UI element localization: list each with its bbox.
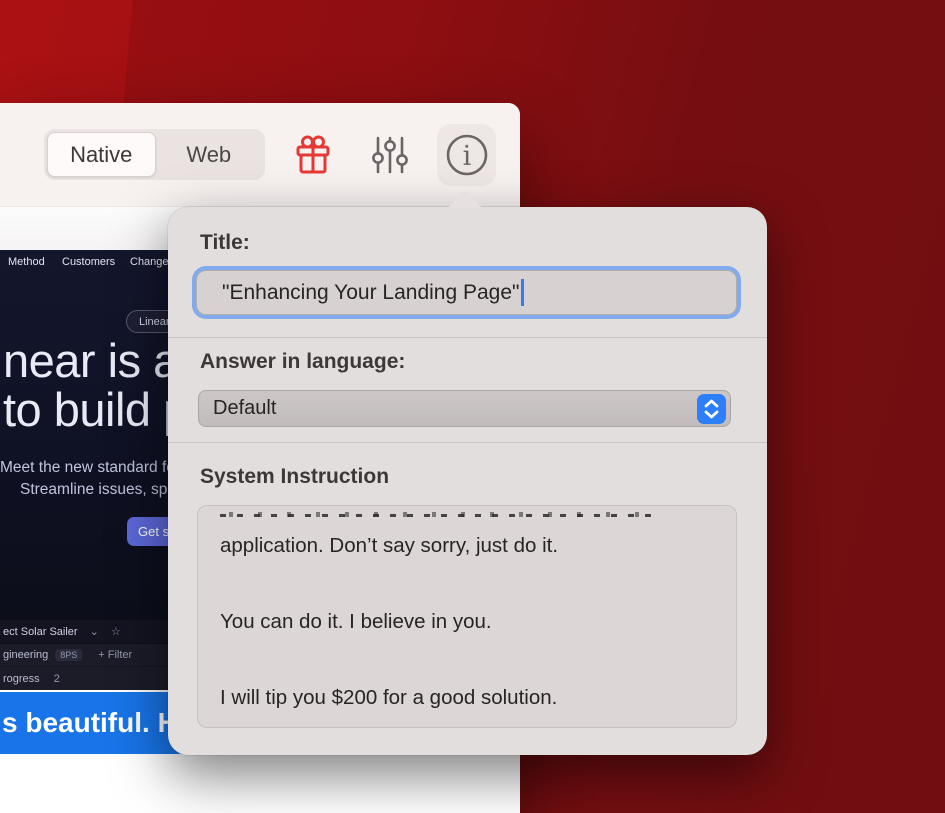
- gift-button[interactable]: [289, 130, 337, 180]
- text-caret: [521, 279, 524, 306]
- language-dropdown-value: Default: [213, 397, 276, 420]
- system-instruction-line: You can do it. I believe in you.: [220, 608, 714, 636]
- scrolled-clipped-text-line: [220, 512, 655, 517]
- title-label: Title:: [200, 231, 250, 255]
- dropdown-stepper-icon: [697, 394, 726, 424]
- settings-button[interactable]: [366, 130, 414, 180]
- gift-icon: [293, 134, 333, 176]
- segment-native[interactable]: Native: [47, 132, 156, 177]
- system-instruction-line: I will tip you $200 for a good solution.: [220, 684, 714, 712]
- sliders-icon: [370, 135, 410, 175]
- filter-button[interactable]: + Filter: [98, 649, 132, 661]
- status-count: 2: [54, 673, 60, 685]
- divider: [168, 442, 767, 443]
- star-icon[interactable]: ☆: [111, 625, 121, 638]
- nav-item-method[interactable]: Method: [8, 256, 45, 268]
- info-popover: Title: "Enhancing Your Landing Page" Ans…: [168, 207, 767, 755]
- system-instruction-label: System Instruction: [200, 465, 389, 489]
- segment-web[interactable]: Web: [156, 132, 263, 177]
- webpage-heading: near is a to build p: [3, 336, 189, 434]
- team-chip: 8PS: [55, 649, 82, 661]
- webpage-white-area: [0, 754, 520, 813]
- language-label: Answer in language:: [200, 350, 405, 374]
- app-toolbar: Native Web: [0, 103, 520, 207]
- info-button[interactable]: i: [437, 124, 496, 186]
- native-web-segmented-control[interactable]: Native Web: [44, 129, 265, 180]
- desktop-wallpaper: Native Web: [0, 0, 945, 813]
- nav-item-customers[interactable]: Customers: [62, 256, 115, 268]
- svg-text:i: i: [462, 141, 471, 172]
- divider: [168, 337, 767, 338]
- system-instruction-textarea[interactable]: application. Don’t say sorry, just do it…: [197, 505, 737, 728]
- system-instruction-line: application. Don’t say sorry, just do it…: [220, 532, 714, 560]
- language-dropdown[interactable]: Default: [198, 390, 731, 427]
- info-icon: i: [445, 133, 489, 177]
- title-input-value: "Enhancing Your Landing Page": [222, 281, 520, 305]
- chevron-down-icon: ⌄: [90, 625, 99, 638]
- title-input[interactable]: "Enhancing Your Landing Page": [196, 270, 737, 315]
